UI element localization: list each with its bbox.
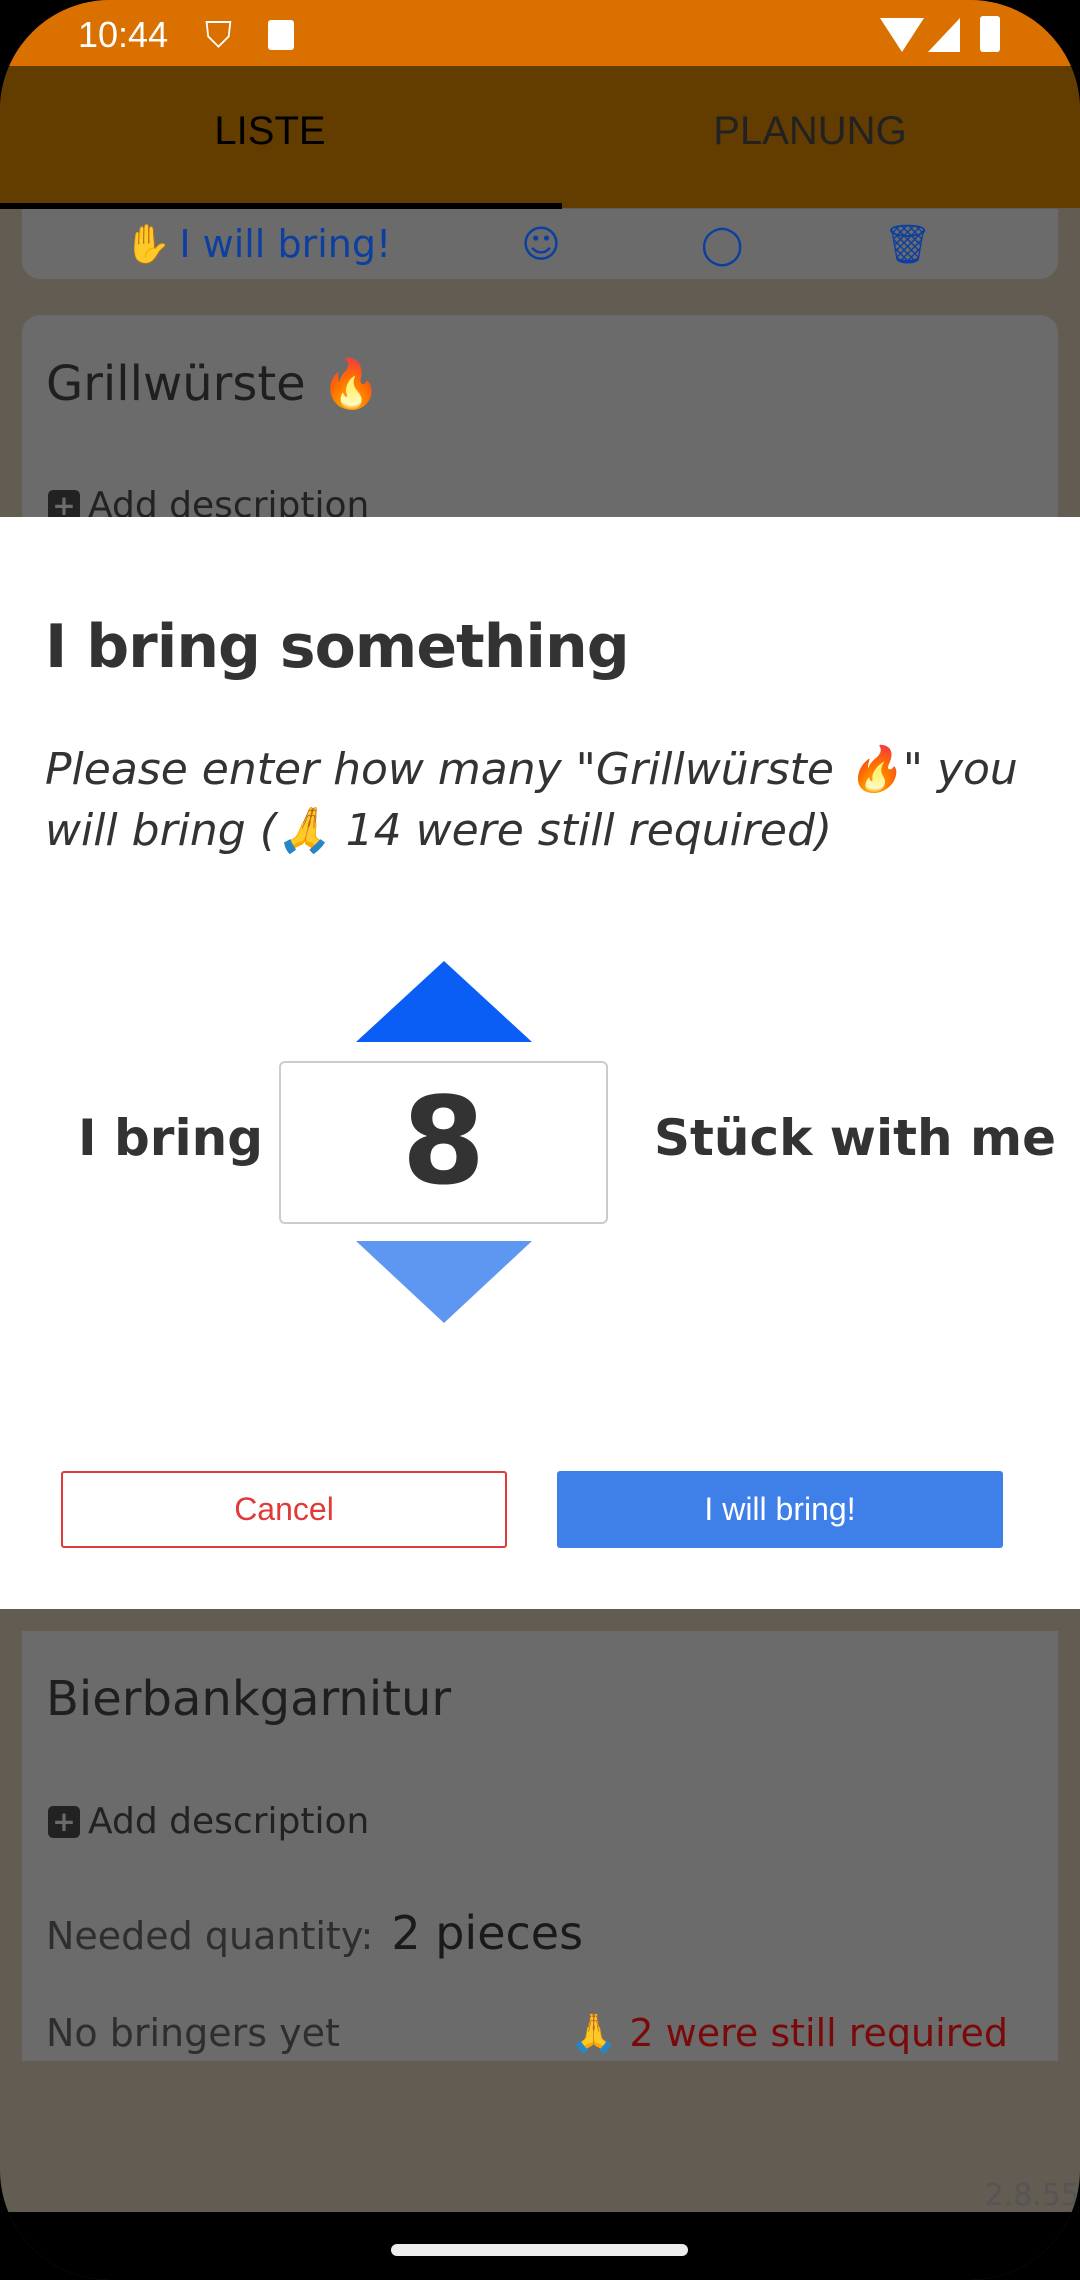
item-card-bierbank: Bierbankgarnitur + Add description Needed… xyxy=(22,1631,1058,2061)
emoji-icon[interactable]: ☺ xyxy=(521,222,561,266)
status-time: 10:44 xyxy=(78,14,169,55)
hand-icon: ✋ xyxy=(124,221,172,266)
tab-bar: LISTE PLANUNG xyxy=(0,66,1080,208)
item-card-grillwuerste: Grillwürste 🔥 + Add description xyxy=(22,315,1058,535)
shield-icon: ⛉ xyxy=(205,14,233,55)
prefix-label: I bring xyxy=(78,1109,263,1167)
suffix-label: Stück with me xyxy=(654,1109,1057,1167)
dialog-title: I bring something xyxy=(45,612,630,682)
tab-planung[interactable]: PLANUNG xyxy=(540,66,1080,208)
screen: 10:44 ⛉ LISTE PLANUNG ✋ I will bring! ☺ ◯… xyxy=(0,0,1080,2280)
required-status: 🙏 2 were still required xyxy=(569,2011,1008,2055)
app-version: 2.8.55 xyxy=(984,2178,1080,2213)
cancel-button[interactable]: Cancel xyxy=(61,1471,507,1548)
status-bar: 10:44 ⛉ xyxy=(0,0,1080,66)
bringers-row: No bringers yet 🙏 2 were still required xyxy=(46,2011,1008,2055)
tab-liste[interactable]: LISTE xyxy=(0,66,540,208)
needed-quantity-row: Needed quantity: 2 pieces xyxy=(46,1906,584,1960)
trash-icon[interactable]: 🗑 xyxy=(883,222,931,267)
increment-arrow-icon[interactable] xyxy=(356,961,532,1042)
bring-dialog: I bring something Please enter how many … xyxy=(0,517,1080,1609)
signal-icon xyxy=(928,18,960,52)
quantity-input[interactable]: 8 xyxy=(279,1061,608,1224)
item-title: Grillwürste 🔥 xyxy=(46,356,381,412)
item-title: Bierbankgarnitur xyxy=(46,1671,452,1727)
dialog-message: Please enter how many "Grillwürste 🔥" yo… xyxy=(45,744,1018,856)
keyboard-icon xyxy=(268,20,294,50)
bring-button[interactable]: ✋ I will bring! xyxy=(124,222,391,267)
home-handle[interactable] xyxy=(391,2244,688,2256)
battery-icon xyxy=(980,16,1000,52)
add-description-button[interactable]: + Add description xyxy=(48,1801,369,1842)
decrement-arrow-icon[interactable] xyxy=(356,1241,532,1323)
plus-icon: + xyxy=(48,1805,80,1838)
wifi-icon xyxy=(880,18,924,52)
comment-icon[interactable]: ◯ xyxy=(701,222,744,266)
item-actions-card: ✋ I will bring! ☺ ◯ 🗑 xyxy=(22,209,1058,279)
confirm-bring-button[interactable]: I will bring! xyxy=(557,1471,1003,1548)
